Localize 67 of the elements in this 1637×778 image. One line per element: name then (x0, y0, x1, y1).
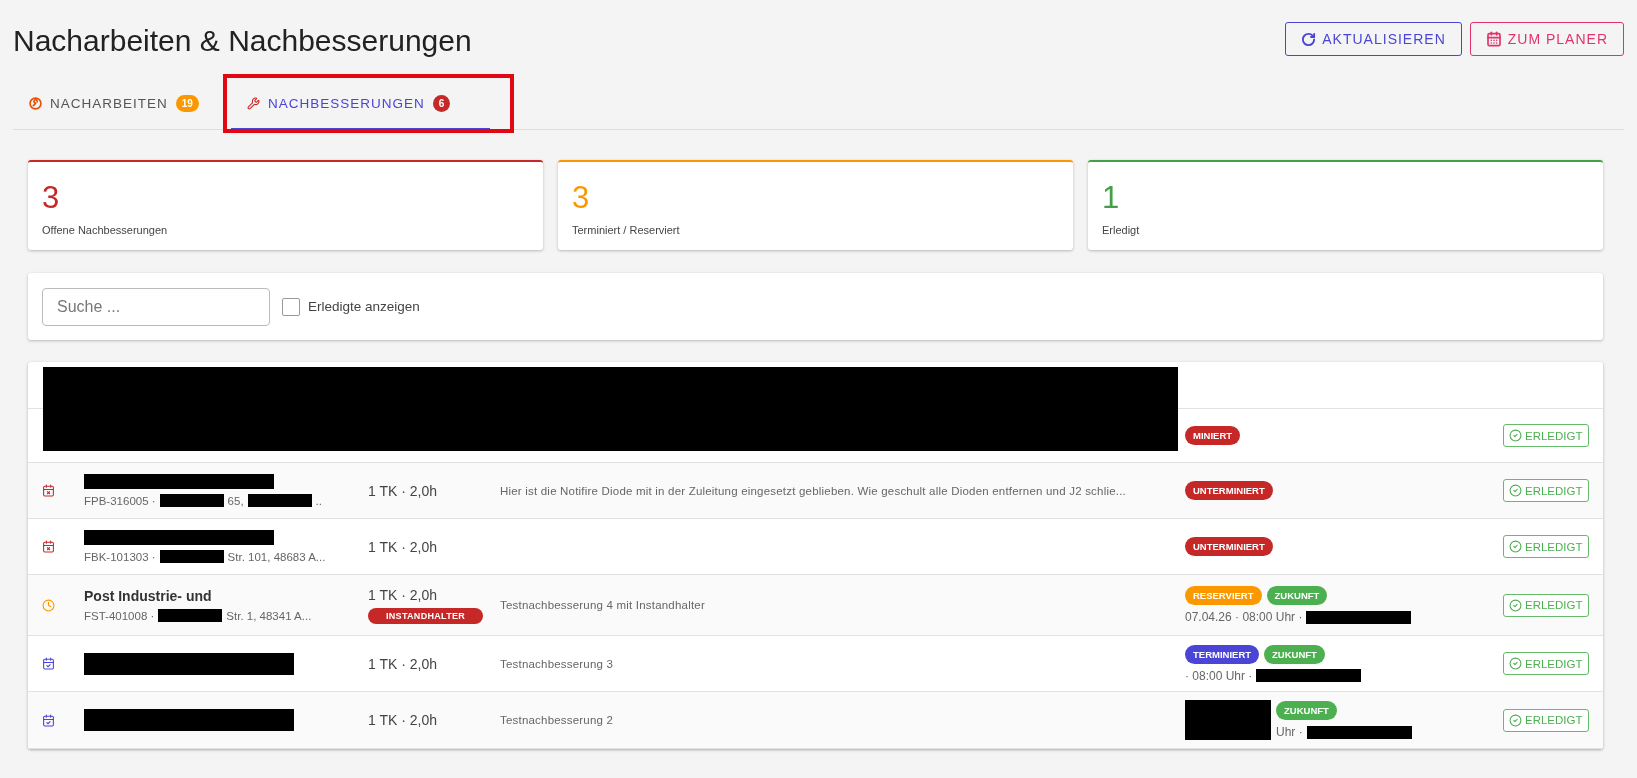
table-row[interactable]: 1 TK · 2,0h Testnachbesserung 3 TERMINIERT ZUKUNFT · 08:00 Uhr · ERLEDIGT (28, 636, 1603, 692)
stat-value: 3 (572, 182, 591, 214)
effort-text: 1 TK · 2,0h (368, 655, 437, 672)
address-text: FST-401008 · (84, 609, 155, 622)
check-icon (1509, 429, 1522, 442)
date-text: 07.04.26 · 08:00 Uhr · (1185, 610, 1303, 624)
tag-badge: INSTANDHALTER (368, 607, 484, 624)
effort-text: 1 TK · 2,0h (368, 538, 437, 555)
address-text: Str. 1, 48341 A... (226, 609, 312, 622)
address-text: 65, (227, 494, 244, 507)
customer-name: Post Industrie- und (84, 588, 212, 604)
description-text: Hier ist die Notifire Diode mit in der Zuleitung eingesetzt geblieben. Wie geschult alle Dioden entfernen und J2 schlie... (500, 484, 1126, 497)
address-text: FBK-101303 · (84, 550, 156, 563)
date-text: · 08:00 Uhr · (1185, 668, 1253, 683)
status-badge: UNTERMINIERT (1185, 481, 1273, 500)
calendar-icon (1485, 31, 1502, 47)
table-row[interactable]: FPB-316005 · 65, .. 1 TK · 2,0h Hier ist die Notifire Diode mit in der Zuleitung eingesetzt geblieben. Wie geschult alle Dioden entfernen und J2 schlie... UNTERMINIERT ERLEDIGT (28, 463, 1603, 519)
table-row[interactable]: Post Industrie- und FST-401008 · Str. 1, 48341 A... 1 TK · 2,0h INSTANDHALTER Testnachbesserung 4 mit Instandhalter RESERVIERT ZUKUNFT 07.04.26 · 08:00 Uhr · ERLEDIGT (28, 575, 1603, 636)
description-text: Testnachbesserung 2 (500, 714, 614, 726)
clock-icon (42, 598, 55, 612)
stat-label: Offene Nachbesserungen (42, 224, 169, 236)
calendar-x-icon (42, 484, 55, 497)
calendar-check-icon (42, 713, 55, 727)
status-badge: MINIERT (1185, 426, 1241, 445)
status-badge: UNTERMINIERT (1185, 537, 1273, 556)
stat-value: 3 (42, 182, 61, 214)
address-text: .. (315, 494, 322, 507)
count-badge: 19 (175, 95, 199, 112)
status-badge: ZUKUNFT (1266, 586, 1328, 605)
refresh-icon (1301, 31, 1317, 47)
stat-label: Terminiert / Reserviert (572, 224, 681, 236)
status-badge: TERMINIERT (1185, 644, 1260, 664)
refresh-button[interactable]: AKTUALISIEREN (1285, 22, 1462, 56)
check-icon (1509, 484, 1522, 497)
effort-text: 1 TK · 2,0h (368, 482, 437, 499)
planner-button[interactable]: ZUM PLANER (1469, 22, 1624, 56)
status-badge: ZUKUNFT (1276, 701, 1337, 720)
tab[interactable]: NACHBESSERUNGEN 6 (230, 78, 491, 129)
calendar-check-icon (42, 657, 55, 670)
address-text: FPB-316005 · (84, 494, 156, 507)
calendar-x-icon (42, 540, 55, 553)
status-badge: ZUKUNFT (1264, 644, 1325, 664)
check-icon (1509, 713, 1522, 727)
redaction-bar (159, 494, 224, 507)
redaction-bar (247, 494, 312, 507)
redaction-bar (158, 609, 223, 622)
count-badge: 6 (432, 94, 451, 112)
table-row[interactable]: 1 TK · 2,0h Testnachbesserung 2 ZUKUNFT Uhr · ERLEDIGT (28, 692, 1603, 749)
checkbox-label: Erledigte anzeigen (308, 299, 420, 314)
check-icon (1509, 540, 1522, 553)
stat-value: 1 (1102, 182, 1121, 214)
address-text: Str. 101, 48683 A... (227, 550, 326, 563)
table-row[interactable]: FBK-101303 · Str. 101, 48683 A... 1 TK · 2,0h UNTERMINIERT ERLEDIGT (28, 519, 1603, 575)
description-text: Testnachbesserung 4 mit Instandhalter (500, 599, 705, 611)
status-badge: RESERVIERT (1185, 586, 1262, 605)
page-title: Nacharbeiten & Nachbesserungen (13, 23, 472, 58)
effort-text: 1 TK · 2,0h (368, 586, 437, 603)
check-icon (1509, 657, 1522, 670)
redaction-bar (159, 550, 224, 563)
tab[interactable]: NACHARBEITEN 19 (13, 78, 215, 130)
checkbox[interactable] (282, 297, 300, 316)
search-field[interactable]: Suche ... (42, 287, 270, 326)
effort-text: 1 TK · 2,0h (368, 712, 437, 728)
check-icon (1509, 598, 1522, 612)
date-text: Uhr · (1276, 725, 1303, 739)
description-text: Testnachbesserung 3 (500, 657, 614, 670)
stat-label: Erledigt (1102, 224, 1141, 236)
